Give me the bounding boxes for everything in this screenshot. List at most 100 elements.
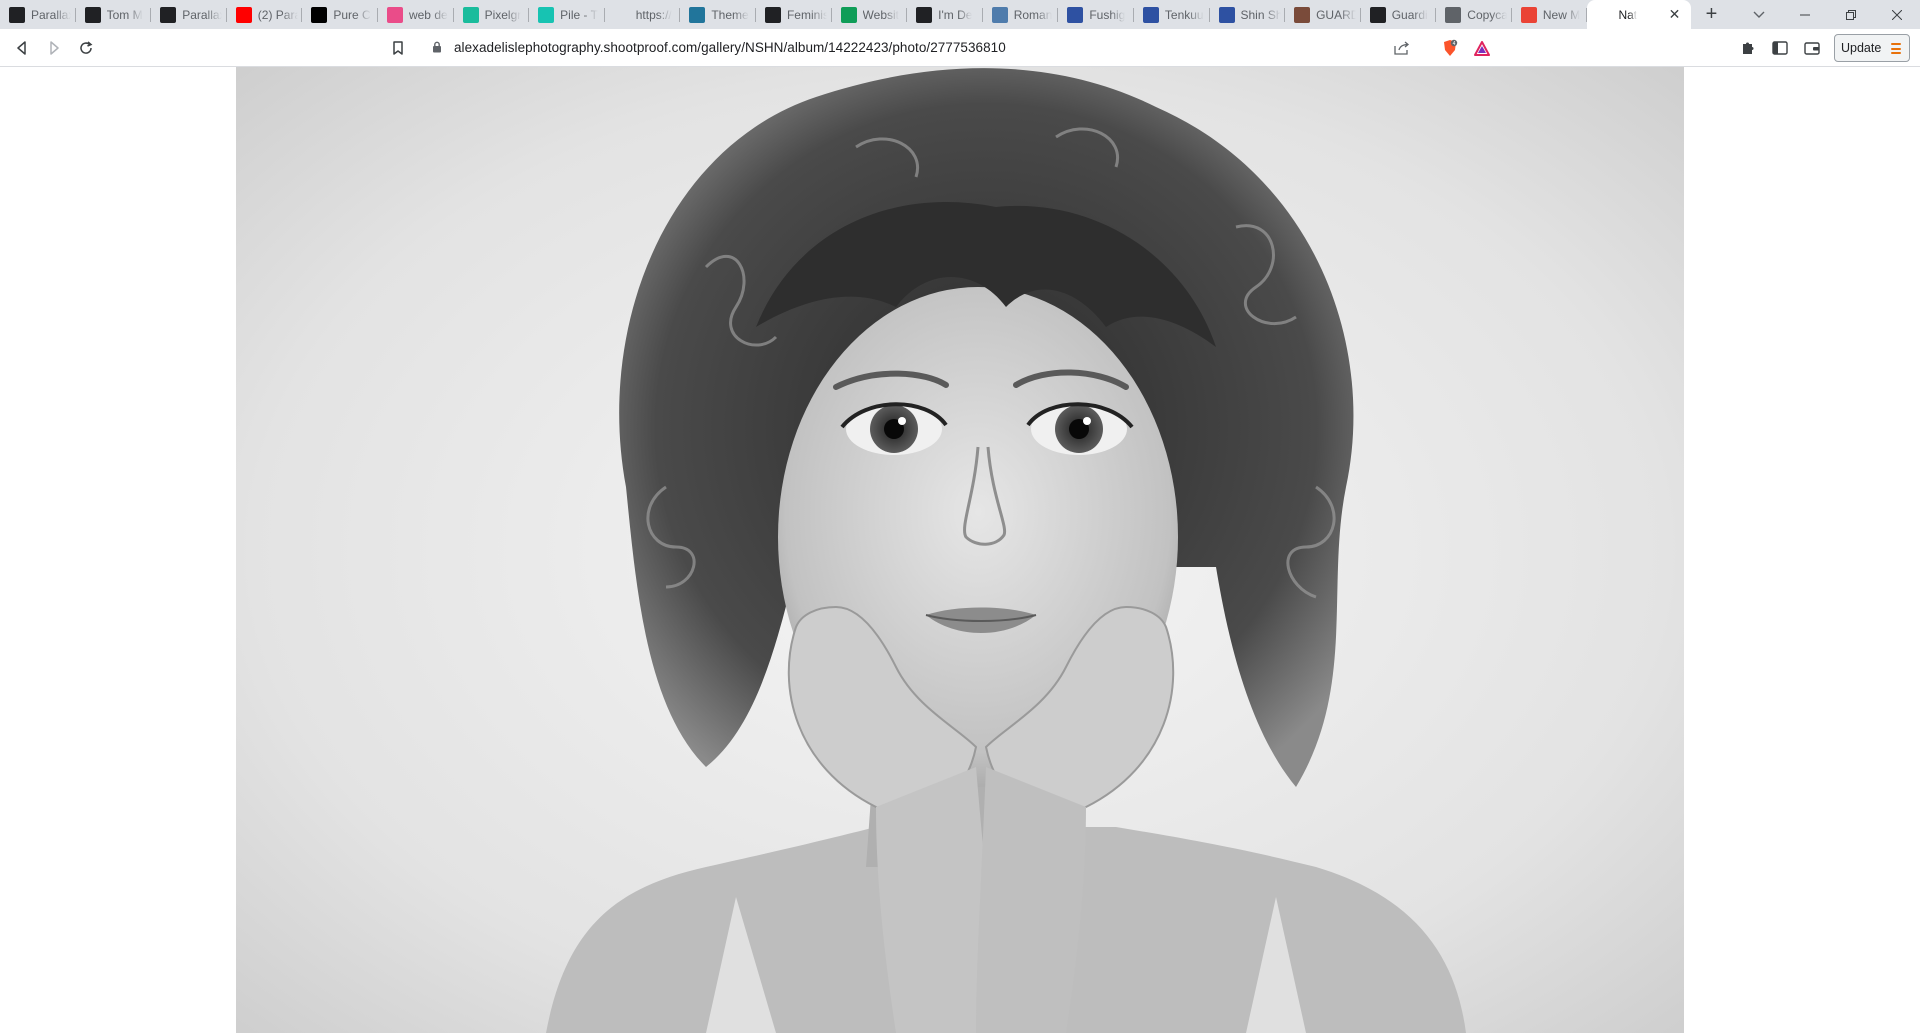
figure-icon	[1294, 6, 1311, 23]
close-tab-icon[interactable]: ✕	[1667, 7, 1681, 21]
browser-tab[interactable]: New M	[1512, 0, 1588, 29]
square-a-icon	[1369, 6, 1386, 23]
tab-title: Tenkuu	[1164, 7, 1204, 22]
tab-title: Websit	[862, 7, 899, 22]
minimize-button[interactable]	[1782, 0, 1828, 29]
tab-title: Fushig	[1089, 7, 1126, 22]
tab-title: Parallax	[182, 7, 223, 22]
sidebar-button[interactable]	[1766, 34, 1794, 62]
svg-text:4: 4	[1453, 41, 1456, 47]
tab-search-button[interactable]	[1736, 0, 1782, 29]
browser-tab[interactable]: https://	[605, 0, 681, 29]
browser-tab[interactable]: Nat ✕	[1587, 0, 1692, 29]
browser-tab[interactable]: Fushig	[1058, 0, 1134, 29]
brave-shields-button[interactable]: 4	[1436, 34, 1464, 62]
browser-tab[interactable]: GUARD	[1285, 0, 1361, 29]
url-text[interactable]: alexadelislephotography.shootproof.com/g…	[454, 40, 1006, 55]
layers-icon	[9, 6, 25, 23]
reload-icon	[80, 41, 93, 54]
browser-tab[interactable]: Parallax	[0, 0, 76, 29]
tab-title: Pixelgr	[484, 7, 522, 22]
ampersand-icon	[764, 6, 781, 23]
tab-title: Nat	[1618, 7, 1638, 22]
tab-title: Shin Sh	[1240, 7, 1281, 22]
address-bar[interactable]: alexadelislephotography.shootproof.com/g…	[420, 34, 1498, 62]
dribbble-icon	[386, 6, 403, 23]
share-button[interactable]	[1388, 34, 1416, 62]
browser-tab[interactable]: Pile - T	[529, 0, 605, 29]
browser-tab[interactable]: (2) Para	[227, 0, 303, 29]
browser-tab[interactable]: Roman	[983, 0, 1059, 29]
reload-button[interactable]	[72, 34, 100, 62]
wallet-button[interactable]	[1798, 34, 1826, 62]
brave-rewards-icon	[1474, 40, 1490, 56]
mal-icon	[1218, 6, 1235, 23]
browser-tab[interactable]: Pure C	[302, 0, 378, 29]
update-button[interactable]: Update	[1834, 34, 1910, 62]
browser-tab[interactable]: Tom M	[76, 0, 152, 29]
tab-title: Guardi	[1391, 7, 1428, 22]
brave-rewards-button[interactable]	[1468, 34, 1496, 62]
tab-title: GUARD	[1316, 7, 1357, 22]
bookmark-button[interactable]	[384, 34, 412, 62]
sidebar-icon	[1772, 41, 1788, 55]
close-icon	[1892, 9, 1902, 20]
mal-icon	[1142, 6, 1159, 23]
tab-title: (2) Para	[257, 7, 298, 22]
browser-tab[interactable]: Shin Sh	[1210, 0, 1286, 29]
gmail-icon	[1520, 6, 1537, 23]
gear-icon	[991, 6, 1008, 23]
card-icon	[1445, 6, 1462, 23]
restore-button[interactable]	[1828, 0, 1874, 29]
gallery-photo[interactable]	[236, 67, 1684, 1033]
forward-button[interactable]	[40, 34, 68, 62]
window-controls	[1782, 0, 1920, 29]
blank-icon	[1596, 6, 1613, 23]
browser-tab[interactable]: Feminis	[756, 0, 832, 29]
share-icon	[1394, 41, 1410, 55]
browser-tab[interactable]: Copyca	[1436, 0, 1512, 29]
back-arrow-icon	[17, 41, 26, 55]
tab-list: Parallax Tom M Parallax (2) Para Pure C web d…	[0, 0, 1692, 29]
new-tab-button[interactable]: +	[1697, 0, 1725, 29]
plus-square-icon	[840, 6, 857, 23]
tab-strip: Parallax Tom M Parallax (2) Para Pure C web d…	[0, 0, 1920, 29]
amazon-icon	[916, 6, 933, 23]
update-label: Update	[1841, 41, 1882, 55]
wordpress-icon	[689, 6, 706, 23]
chevron-down-icon	[1753, 11, 1765, 18]
codepen-icon	[84, 6, 101, 23]
extensions-button[interactable]	[1734, 34, 1762, 62]
tab-title: Theme	[711, 7, 749, 22]
tab-title: Pure C	[333, 7, 371, 22]
browser-tab[interactable]: I'm De	[907, 0, 983, 29]
back-button[interactable]	[8, 34, 36, 62]
close-window-button[interactable]	[1874, 0, 1920, 29]
puzzle-icon	[1743, 42, 1754, 54]
tab-title: Pile - T	[560, 7, 598, 22]
tag-icon	[462, 6, 479, 23]
browser-tab[interactable]: Pixelgr	[454, 0, 530, 29]
tab-title: I'm De	[938, 7, 973, 22]
browser-tab[interactable]: Tenkuu	[1134, 0, 1210, 29]
minimize-icon	[1800, 14, 1810, 15]
browser-tab[interactable]: Guardi	[1361, 0, 1437, 29]
lock-icon[interactable]	[432, 41, 442, 53]
brave-shield-icon: 4	[1444, 39, 1458, 56]
bookmark-icon	[393, 41, 403, 55]
browser-tab[interactable]: Theme	[680, 0, 756, 29]
tab-title: Roman	[1013, 7, 1053, 22]
tab-title: web de	[408, 7, 448, 22]
browser-tab[interactable]: Parallax	[151, 0, 227, 29]
tab-title: Tom M	[106, 7, 143, 22]
browser-tab[interactable]: web de	[378, 0, 454, 29]
browser-tab[interactable]: Websit	[832, 0, 908, 29]
youtube-icon	[235, 6, 252, 23]
tab-title: Copyca	[1467, 7, 1508, 22]
restore-icon	[1846, 9, 1856, 20]
blank-icon	[613, 6, 630, 23]
browser-toolbar: alexadelislephotography.shootproof.com/g…	[0, 29, 1920, 67]
forward-arrow-icon	[50, 41, 59, 55]
portrait-illustration	[236, 67, 1684, 1033]
tab-title: Feminis	[786, 7, 827, 22]
